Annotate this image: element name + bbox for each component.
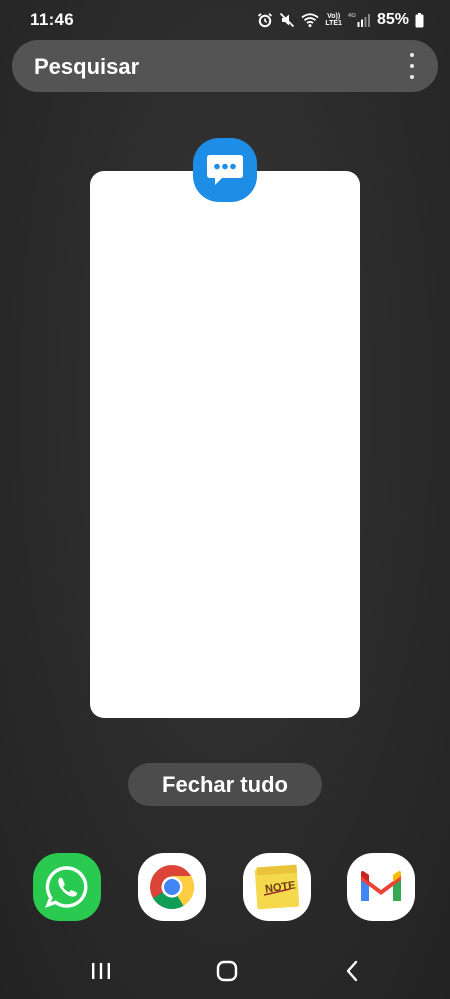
search-bar[interactable]: Pesquisar: [12, 40, 438, 92]
status-bar: 11:46 Vo)) LTE1 4G 85%: [0, 0, 450, 40]
lte-text: LTE1: [325, 20, 342, 27]
status-icons: Vo)) LTE1 4G 85%: [257, 9, 424, 31]
mute-icon: [279, 12, 295, 28]
gmail-icon[interactable]: [347, 853, 415, 921]
whatsapp-icon[interactable]: [33, 853, 101, 921]
more-vert-icon[interactable]: [400, 53, 424, 79]
chrome-icon[interactable]: [138, 853, 206, 921]
messages-icon[interactable]: [193, 138, 257, 202]
recents-screen: 11:46 Vo)) LTE1 4G 85% Pesquisar Fechar …: [0, 0, 450, 999]
recents-icon[interactable]: [71, 948, 131, 994]
note-icon[interactable]: NOTE: [243, 853, 311, 921]
search-label: Pesquisar: [34, 54, 140, 79]
back-icon[interactable]: [322, 948, 382, 994]
recent-app-card[interactable]: [90, 171, 360, 718]
home-icon[interactable]: [197, 948, 257, 994]
wifi-icon: [301, 12, 319, 28]
volte-icon: Vo)) LTE1: [325, 13, 342, 27]
alarm-icon: [257, 12, 273, 28]
close-all-button[interactable]: Fechar tudo: [128, 763, 322, 806]
volte-text: Vo)): [327, 13, 341, 20]
battery-icon: [415, 12, 424, 28]
signal-icon: 4G: [348, 13, 371, 27]
battery-percentage: 85%: [376, 11, 409, 28]
status-time: 11:46: [30, 10, 75, 29]
network-4g-text: 4G: [347, 13, 356, 19]
